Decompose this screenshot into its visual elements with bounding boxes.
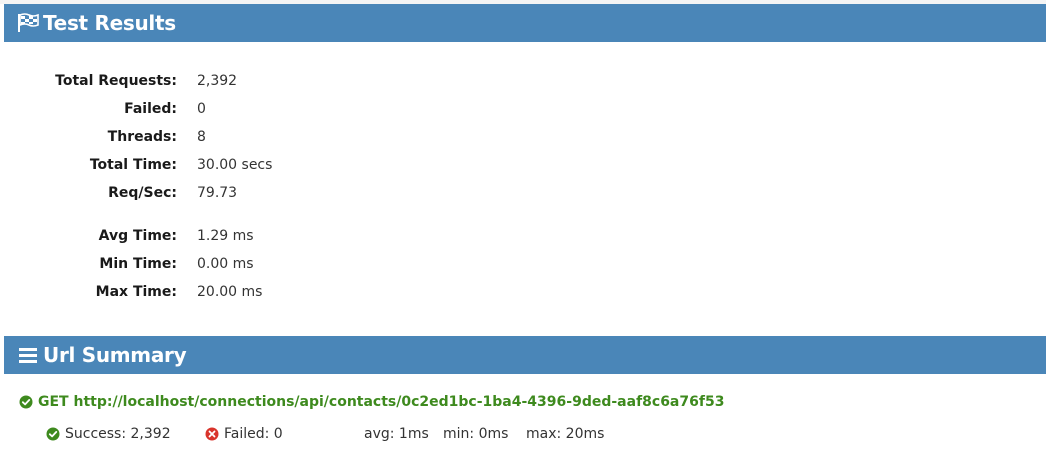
stat-value: 8: [197, 129, 206, 145]
page: Test Results Total Requests: 2,392 Faile…: [0, 0, 1046, 449]
url-entry: GET http://localhost/connections/api/con…: [19, 392, 724, 412]
stat-value: 79.73: [197, 185, 238, 201]
stat-value: 0.00 ms: [197, 256, 254, 272]
url-success-count: Success: 2,392: [65, 426, 171, 442]
url-summary-header: Url Summary: [4, 336, 1046, 374]
url-stats-row: Success: 2,392 Failed: 0 avg: 1ms min: 0…: [0, 423, 1046, 445]
stat-max-time: Max Time: 20.00 ms: [0, 282, 400, 302]
stat-value: 0: [197, 101, 206, 117]
stat-avg-time: Avg Time: 1.29 ms: [0, 226, 400, 246]
stat-value: 30.00 secs: [197, 157, 273, 173]
stat-threads: Threads: 8: [0, 127, 400, 147]
url-failed-count: Failed: 0: [224, 426, 283, 442]
url-success: Success: 2,392: [46, 423, 171, 445]
stat-min-time: Min Time: 0.00 ms: [0, 254, 400, 274]
stat-label: Max Time:: [95, 284, 177, 300]
test-results-title: Test Results: [43, 11, 176, 35]
stat-label: Threads:: [107, 129, 177, 145]
stat-value: 20.00 ms: [197, 284, 263, 300]
stat-total-time: Total Time: 30.00 secs: [0, 155, 400, 175]
times-circle-icon: [205, 427, 219, 441]
stat-total-requests: Total Requests: 2,392: [0, 71, 400, 91]
check-circle-icon: [46, 427, 60, 441]
stat-label: Failed:: [124, 101, 177, 117]
flag-checkered-icon: [17, 12, 39, 34]
stat-value: 2,392: [197, 73, 238, 89]
url-failed: Failed: 0: [205, 423, 283, 445]
url-avg: avg: 1ms: [364, 426, 429, 442]
check-circle-icon: [19, 395, 33, 409]
test-results-header: Test Results: [4, 4, 1046, 42]
stat-req-sec: Req/Sec: 79.73: [0, 183, 400, 203]
stat-value: 1.29 ms: [197, 228, 254, 244]
stat-label: Req/Sec:: [108, 185, 177, 201]
stat-label: Avg Time:: [98, 228, 177, 244]
url-max: max: 20ms: [526, 426, 605, 442]
url-min: min: 0ms: [443, 426, 509, 442]
stat-label: Total Time:: [89, 157, 177, 173]
stat-failed: Failed: 0: [0, 99, 400, 119]
stat-label: Min Time:: [99, 256, 177, 272]
list-icon: [17, 344, 39, 366]
url-summary-title: Url Summary: [43, 343, 187, 367]
stat-label: Total Requests:: [55, 73, 177, 89]
url-request-link[interactable]: GET http://localhost/connections/api/con…: [38, 394, 724, 410]
